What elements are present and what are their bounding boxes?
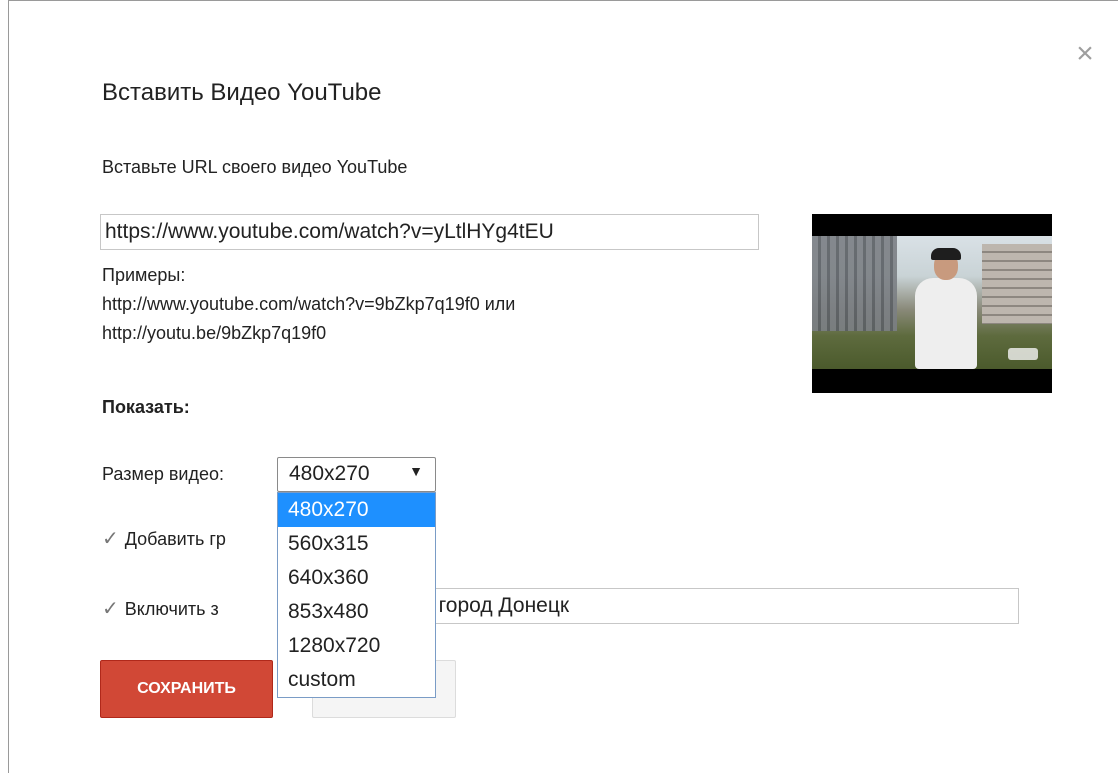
triangle-down-icon: ▼ [409,463,423,479]
add-border-checkbox-row[interactable]: ✓ Добавить гр [102,526,226,551]
size-option[interactable]: 560x315 [278,527,435,561]
checkmark-icon[interactable]: ✓ [102,528,119,550]
size-option[interactable]: 1280x720 [278,629,435,663]
add-border-label: Добавить гр [124,529,226,549]
example-url-1: http://www.youtube.com/watch?v=9bZkp7q19… [102,294,516,314]
title-input[interactable] [392,588,1019,624]
include-title-label: Включить з [124,599,219,619]
video-size-dropdown-list: 480x270 560x315 640x360 853x480 1280x720… [277,492,436,698]
checkmark-icon[interactable]: ✓ [102,598,119,620]
size-option[interactable]: 640x360 [278,561,435,595]
insert-youtube-dialog: × Вставить Видео YouTube Вставьте URL св… [8,0,1118,773]
size-option[interactable]: custom [278,663,435,697]
example-url-2: http://youtu.be/9bZkp7q19f0 [102,323,327,343]
url-label: Вставьте URL своего видео YouTube [102,157,408,177]
include-title-checkbox-row[interactable]: ✓ Включить з [102,596,219,621]
examples-label: Примеры: [102,265,186,285]
size-option[interactable]: 480x270 [278,493,435,527]
show-heading: Показать: [102,397,190,417]
close-icon[interactable]: × [1070,39,1100,69]
video-thumbnail [812,214,1052,393]
video-size-select[interactable]: 480x270 ▼ [277,457,436,492]
examples-text: Примеры: http://www.youtube.com/watch?v=… [102,261,515,348]
save-button[interactable]: СОХРАНИТЬ [100,660,273,718]
thumbnail-image [812,236,1052,369]
size-option[interactable]: 853x480 [278,595,435,629]
url-input[interactable] [100,214,759,250]
channel-watermark [1008,348,1038,360]
dialog-title: Вставить Видео YouTube [102,79,382,106]
video-size-selected: 480x270 [289,462,370,485]
video-size-label: Размер видео: [102,464,225,484]
